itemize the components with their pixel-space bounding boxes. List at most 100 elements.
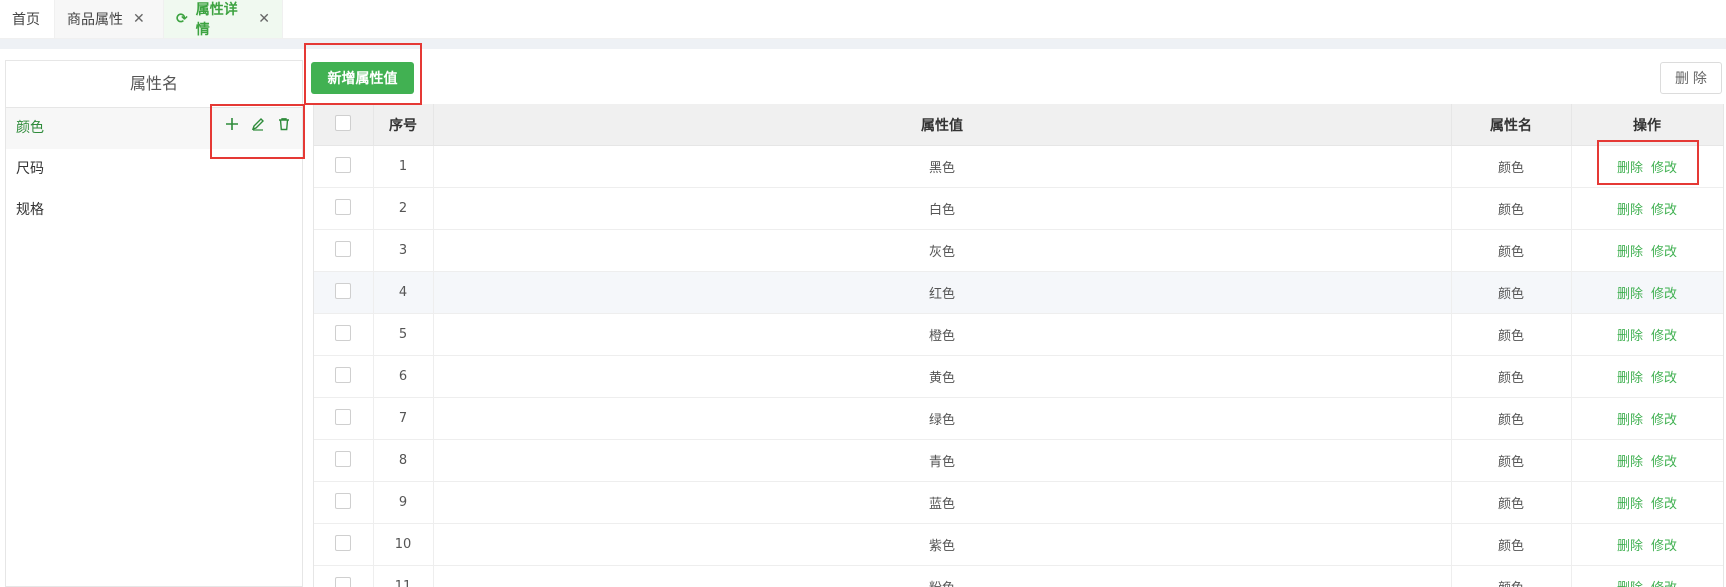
tab-bar: 首页 商品属性 ✕ ⟳ 属性详情 ✕ xyxy=(0,0,1726,39)
row-delete-link[interactable]: 删除 xyxy=(1617,245,1643,260)
close-icon[interactable]: ✕ xyxy=(133,11,145,27)
row-delete-link[interactable]: 删除 xyxy=(1617,581,1643,587)
row-edit-link[interactable]: 修改 xyxy=(1651,287,1677,302)
row-attribute-value: 黄色 xyxy=(433,355,1452,398)
row-checkbox[interactable] xyxy=(335,156,352,173)
row-edit-link[interactable]: 修改 xyxy=(1651,371,1677,386)
row-edit-link[interactable]: 修改 xyxy=(1651,329,1677,344)
row-select-cell xyxy=(314,523,374,566)
annotation-box-row-ops xyxy=(1597,140,1699,185)
row-edit-link[interactable]: 修改 xyxy=(1651,455,1677,470)
row-attribute-name: 颜色 xyxy=(1451,397,1572,440)
table-row: 1 黑色 颜色 删除 修改 xyxy=(314,145,1723,188)
row-attribute-value: 绿色 xyxy=(433,397,1452,440)
row-select-cell xyxy=(314,397,374,440)
table-body: 1 黑色 颜色 删除 修改 2 白色 颜色 删除 修改 3 灰色 颜色 删除 修改 4 红色 颜色 删除 修改 5 橙色颜… xyxy=(314,145,1723,587)
row-checkbox[interactable] xyxy=(335,576,352,587)
table-row: 7 绿色 颜色 删除 修改 xyxy=(314,397,1723,440)
table-row: 6 黄色 颜色 删除 修改 xyxy=(314,355,1723,398)
attribute-value-table: 序号 属性值 属性名 操作 1 黑色 颜色 删除 修改 2 白色 颜色 删除 修改 3 灰色 颜色 删除修… xyxy=(313,104,1724,587)
row-delete-link[interactable]: 删除 xyxy=(1617,287,1643,302)
row-index: 3 xyxy=(373,229,434,272)
row-delete-link[interactable]: 删除 xyxy=(1617,413,1643,428)
table-row: 5 橙色 颜色 删除 修改 xyxy=(314,313,1723,356)
row-checkbox[interactable] xyxy=(335,450,352,467)
row-attribute-value: 橙色 xyxy=(433,313,1452,356)
annotation-box-item-actions xyxy=(210,104,305,159)
row-ops: 删除修改 xyxy=(1571,523,1723,566)
table-header-row: 序号 属性值 属性名 操作 xyxy=(314,104,1723,146)
attribute-item-spec[interactable]: 规格 xyxy=(6,190,302,231)
row-delete-link[interactable]: 删除 xyxy=(1617,539,1643,554)
row-attribute-name: 颜色 xyxy=(1451,523,1572,566)
row-checkbox[interactable] xyxy=(335,324,352,341)
close-icon[interactable]: ✕ xyxy=(258,11,270,27)
row-attribute-name: 颜色 xyxy=(1451,229,1572,272)
divider-strip xyxy=(0,39,1726,49)
panel-title: 属性名 xyxy=(6,61,302,108)
row-select-cell xyxy=(314,145,374,188)
row-checkbox[interactable] xyxy=(335,408,352,425)
row-attribute-value: 青色 xyxy=(433,439,1452,482)
row-attribute-name: 颜色 xyxy=(1451,481,1572,524)
row-attribute-name: 颜色 xyxy=(1451,271,1572,314)
row-checkbox[interactable] xyxy=(335,240,352,257)
column-header-index: 序号 xyxy=(373,104,434,146)
row-delete-link[interactable]: 删除 xyxy=(1617,329,1643,344)
column-header-value: 属性值 xyxy=(433,104,1452,146)
row-attribute-name: 颜色 xyxy=(1451,313,1572,356)
row-delete-link[interactable]: 删除 xyxy=(1617,203,1643,218)
row-delete-link[interactable]: 删除 xyxy=(1617,455,1643,470)
row-select-cell xyxy=(314,355,374,398)
row-checkbox[interactable] xyxy=(335,492,352,509)
table-row: 2 白色 颜色 删除 修改 xyxy=(314,187,1723,230)
row-select-cell xyxy=(314,187,374,230)
row-ops: 删除修改 xyxy=(1571,187,1723,230)
tab-attribute-detail[interactable]: ⟳ 属性详情 ✕ xyxy=(164,0,283,38)
tab-label: 商品属性 xyxy=(67,12,123,28)
row-select-cell xyxy=(314,271,374,314)
row-edit-link[interactable]: 修改 xyxy=(1651,413,1677,428)
row-attribute-value: 红色 xyxy=(433,271,1452,314)
select-all-cell xyxy=(314,104,374,146)
row-ops: 删除修改 xyxy=(1571,481,1723,524)
row-edit-link[interactable]: 修改 xyxy=(1651,203,1677,218)
row-index: 1 xyxy=(373,145,434,188)
row-attribute-value: 白色 xyxy=(433,187,1452,230)
row-checkbox[interactable] xyxy=(335,366,352,383)
row-attribute-name: 颜色 xyxy=(1451,187,1572,230)
column-header-name: 属性名 xyxy=(1451,104,1572,146)
tab-home[interactable]: 首页 xyxy=(0,0,55,38)
delete-button[interactable]: 删 除 xyxy=(1660,62,1722,94)
row-edit-link[interactable]: 修改 xyxy=(1651,497,1677,512)
row-edit-link[interactable]: 修改 xyxy=(1651,245,1677,260)
row-attribute-value: 粉色 xyxy=(433,565,1452,587)
row-edit-link[interactable]: 修改 xyxy=(1651,539,1677,554)
row-index: 11 xyxy=(373,565,434,587)
row-checkbox[interactable] xyxy=(335,282,352,299)
row-index: 4 xyxy=(373,271,434,314)
table-row: 8 青色 颜色 删除 修改 xyxy=(314,439,1723,482)
row-ops: 删除修改 xyxy=(1571,439,1723,482)
row-index: 9 xyxy=(373,481,434,524)
select-all-checkbox[interactable] xyxy=(335,114,352,131)
row-attribute-value: 灰色 xyxy=(433,229,1452,272)
row-attribute-value: 黑色 xyxy=(433,145,1452,188)
row-checkbox[interactable] xyxy=(335,198,352,215)
table-row: 11粉色颜色删除 修改 xyxy=(314,565,1723,587)
attribute-item-label: 尺码 xyxy=(16,161,44,177)
row-attribute-value: 紫色 xyxy=(433,523,1452,566)
row-edit-link[interactable]: 修改 xyxy=(1651,581,1677,587)
row-checkbox[interactable] xyxy=(335,534,352,551)
row-delete-link[interactable]: 删除 xyxy=(1617,497,1643,512)
row-ops: 删除 修改 xyxy=(1571,565,1723,587)
row-index: 10 xyxy=(373,523,434,566)
row-attribute-name: 颜色 xyxy=(1451,565,1572,587)
tab-product-attributes[interactable]: 商品属性 ✕ xyxy=(55,0,164,38)
row-attribute-name: 颜色 xyxy=(1451,439,1572,482)
refresh-icon[interactable]: ⟳ xyxy=(176,11,188,27)
tab-label: 属性详情 xyxy=(195,2,238,38)
row-index: 2 xyxy=(373,187,434,230)
tab-label: 首页 xyxy=(12,12,40,28)
row-delete-link[interactable]: 删除 xyxy=(1617,371,1643,386)
